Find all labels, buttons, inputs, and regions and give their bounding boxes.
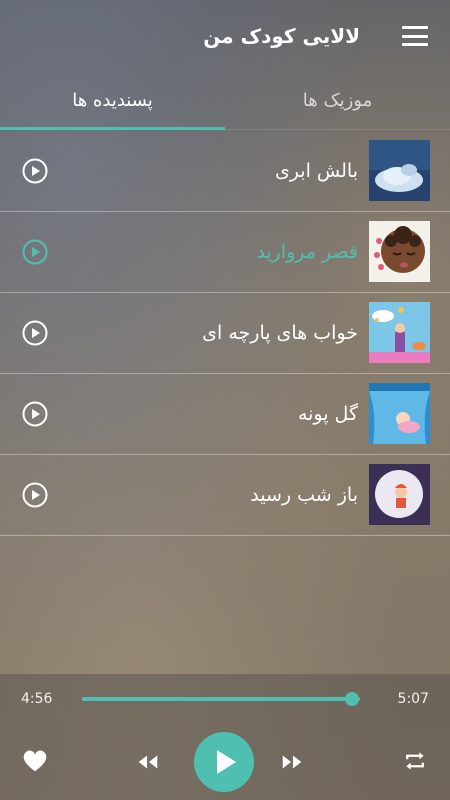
song-title: بالش ابری — [274, 160, 358, 182]
player-bar: 4:56 5:07 — [0, 674, 450, 800]
song-title: باز شب رسید — [250, 484, 358, 506]
repeat-icon[interactable] — [400, 746, 430, 776]
song-thumbnail — [369, 464, 430, 525]
seek-bar[interactable] — [82, 692, 360, 706]
app-title: لالایی کودک من — [203, 24, 360, 48]
fast-forward-icon[interactable] — [278, 748, 306, 776]
play-circle-icon[interactable] — [22, 320, 48, 346]
tab-bar: پسندیده ها موزیک ها — [0, 72, 450, 130]
total-time: 5:07 — [397, 691, 429, 707]
play-icon — [217, 750, 236, 774]
app-header: لالایی کودک من — [0, 0, 450, 72]
tab-music[interactable]: موزیک ها — [225, 72, 450, 129]
song-row-5[interactable]: باز شب رسید — [0, 455, 450, 536]
seek-handle[interactable] — [344, 692, 359, 706]
seek-progress — [82, 697, 352, 701]
heart-icon[interactable] — [20, 746, 50, 776]
tab-favorites[interactable]: پسندیده ها — [0, 72, 225, 130]
song-title: خواب های پارچه ای — [202, 322, 358, 344]
song-row-4[interactable]: گل پونه — [0, 374, 450, 455]
song-thumbnail — [369, 302, 430, 363]
play-circle-icon[interactable] — [22, 401, 48, 427]
song-title: قصر مروارید — [256, 241, 358, 263]
song-title: گل پونه — [297, 403, 358, 425]
song-thumbnail — [369, 221, 430, 282]
rewind-icon[interactable] — [134, 748, 162, 776]
play-circle-icon[interactable] — [22, 239, 48, 265]
play-button[interactable] — [194, 732, 254, 792]
elapsed-time: 4:56 — [21, 691, 53, 707]
song-list: بالش ابری قصر مروارید خواب های پارچه ای … — [0, 131, 450, 536]
song-thumbnail — [369, 383, 430, 444]
menu-icon[interactable] — [402, 26, 428, 46]
song-row-3[interactable]: خواب های پارچه ای — [0, 293, 450, 374]
song-row-2[interactable]: قصر مروارید — [0, 212, 450, 293]
play-circle-icon[interactable] — [22, 482, 48, 508]
song-row-1[interactable]: بالش ابری — [0, 131, 450, 212]
song-thumbnail — [369, 140, 430, 201]
play-circle-icon[interactable] — [22, 158, 48, 184]
